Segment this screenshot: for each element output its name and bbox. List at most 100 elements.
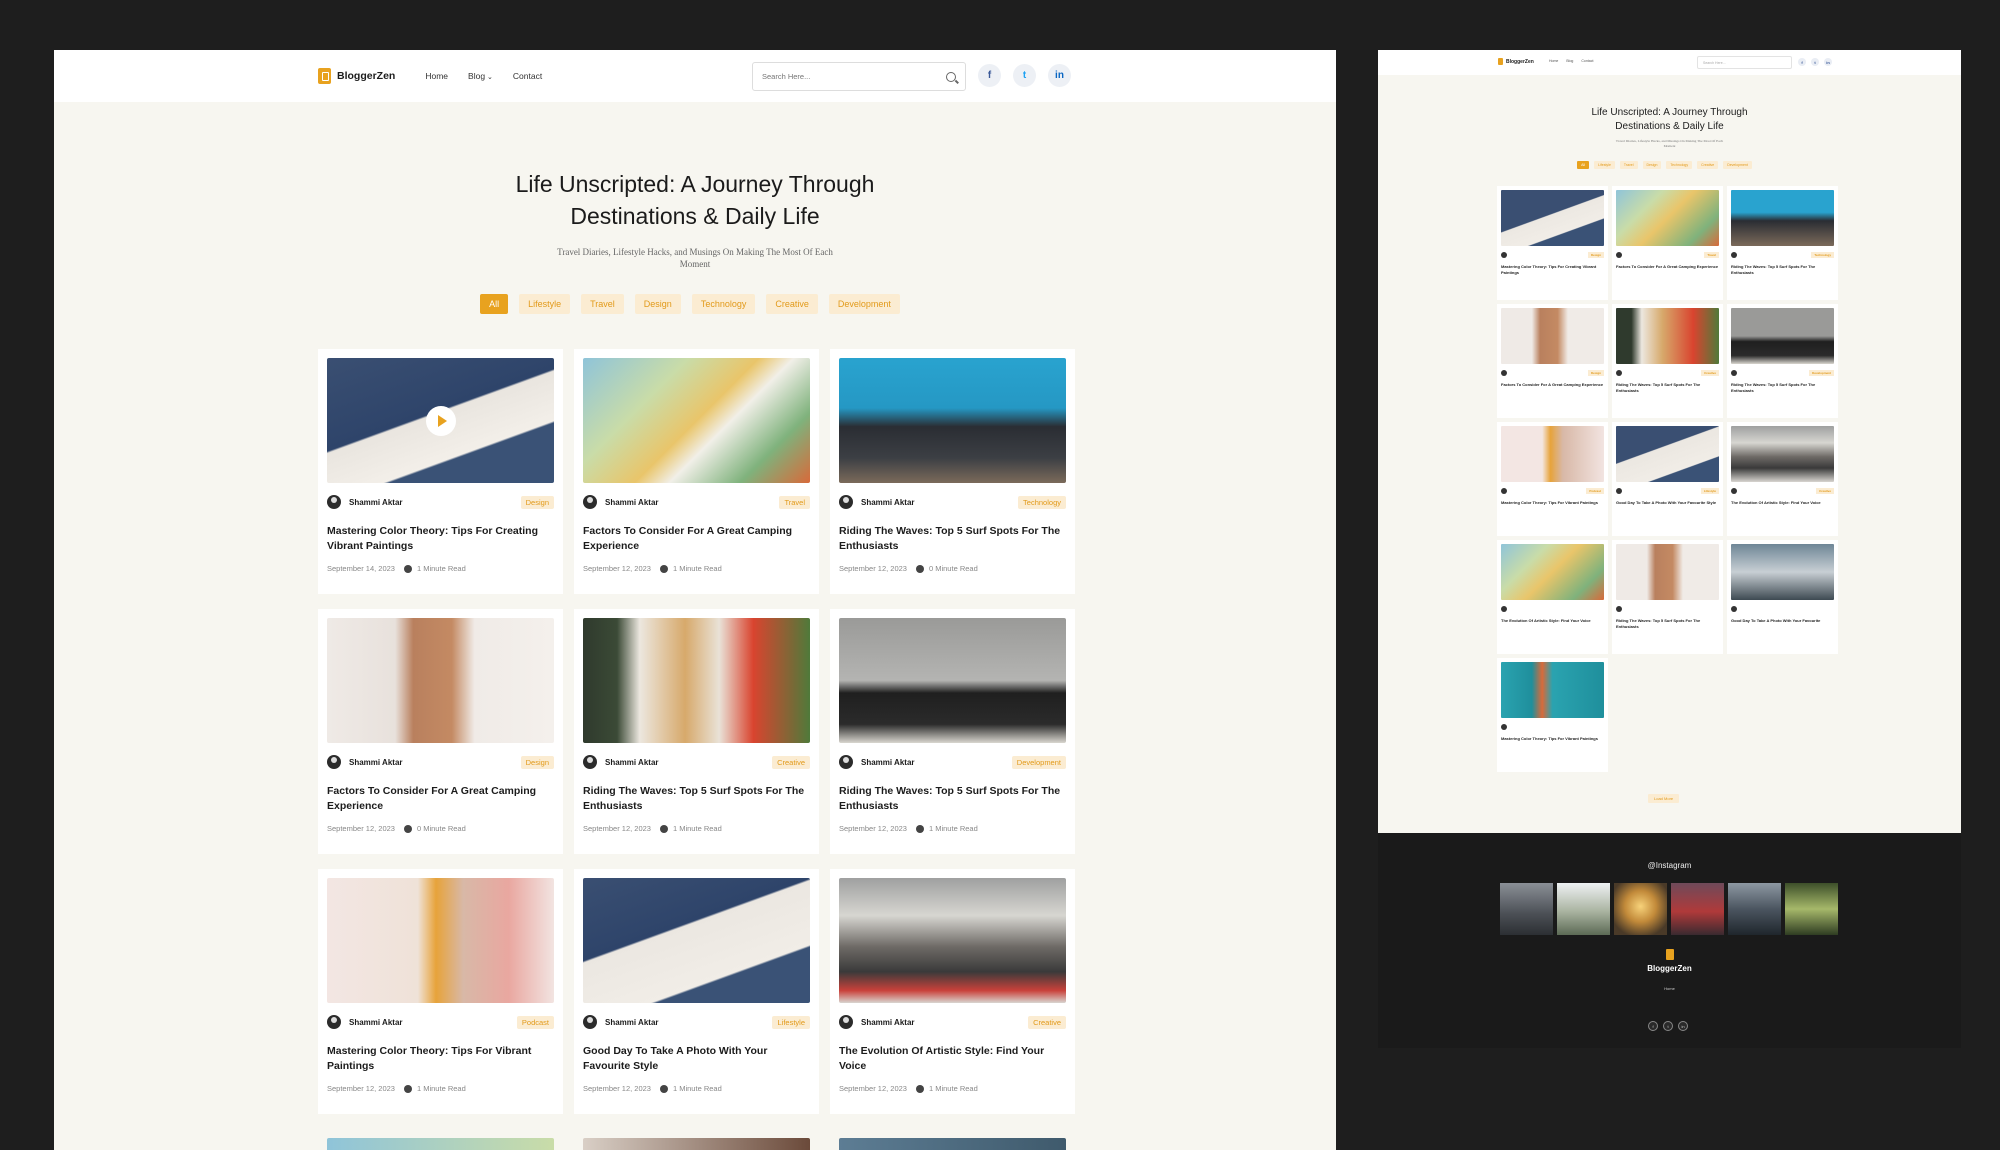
post-image[interactable] xyxy=(839,878,1066,1003)
category-badge: Lifestyle xyxy=(1700,488,1719,494)
filter-technology[interactable]: Technology xyxy=(691,294,756,314)
post-image[interactable] xyxy=(327,878,554,1003)
post-title[interactable]: The Evolution Of Artistic Style: Find Yo… xyxy=(839,1044,1066,1074)
chevron-down-icon: ⌄ xyxy=(487,74,493,81)
author-name[interactable]: Shammi Aktar xyxy=(349,498,403,507)
post-card[interactable]: Shammi Aktar Technology Riding The Waves:… xyxy=(830,349,1075,594)
category-filters: All Lifestyle Travel Design Technology C… xyxy=(54,294,1336,314)
post-title[interactable]: Riding The Waves: Top 5 Surf Spots For T… xyxy=(839,784,1066,814)
preview-card: Creative The Evolution Of Artistic Style:… xyxy=(1727,422,1838,536)
preview-card-title: The Evolution Of Artistic Style: Find Yo… xyxy=(1501,618,1591,623)
post-image[interactable] xyxy=(839,358,1066,483)
preview-filter: All xyxy=(1577,161,1590,169)
preview-image xyxy=(1731,544,1834,600)
category-badge[interactable]: Travel xyxy=(779,495,810,509)
post-card[interactable]: Shammi Aktar Creative Riding The Waves: T… xyxy=(574,609,819,854)
preview-image xyxy=(1616,544,1719,600)
post-image[interactable] xyxy=(327,358,554,483)
author-name[interactable]: Shammi Aktar xyxy=(861,498,915,507)
search-input[interactable] xyxy=(762,72,946,81)
post-image[interactable] xyxy=(583,878,810,1003)
instagram-thumb xyxy=(1728,883,1781,935)
post-image[interactable] xyxy=(583,358,810,483)
post-card[interactable]: Shammi Aktar Creative The Evolution Of Ar… xyxy=(830,869,1075,1114)
preview-grid: Design Mastering Color Theory: Tips For C… xyxy=(1497,186,1838,772)
post-image[interactable] xyxy=(327,618,554,743)
filter-lifestyle[interactable]: Lifestyle xyxy=(519,294,571,314)
category-badge: Creative xyxy=(1701,370,1719,376)
category-badge[interactable]: Design xyxy=(520,495,554,509)
post-title[interactable]: Factors To Consider For A Great Camping … xyxy=(583,524,810,554)
post-date: September 12, 2023 xyxy=(327,1084,395,1093)
footer-link-home: Home xyxy=(1664,986,1675,991)
preview-card: Mastering Color Theory: Tips For Vibrant… xyxy=(1497,658,1608,772)
avatar xyxy=(1616,606,1622,612)
preview-filter: Technology xyxy=(1666,161,1693,169)
footer-socials: f t in xyxy=(1648,1021,1688,1031)
author-name[interactable]: Shammi Aktar xyxy=(349,1018,403,1027)
preview-image xyxy=(1501,308,1604,364)
facebook-icon[interactable]: f xyxy=(978,64,1001,87)
category-badge[interactable]: Technology xyxy=(1018,495,1066,509)
page-subtitle: Travel Diaries, Lifestyle Hacks, and Mus… xyxy=(557,247,833,269)
filter-travel[interactable]: Travel xyxy=(581,294,624,314)
preview-card: Creative Riding The Waves: Top 5 Surf Spo… xyxy=(1612,304,1723,418)
category-badge[interactable]: Creative xyxy=(772,755,810,769)
preview-image xyxy=(1501,190,1604,246)
clock-icon xyxy=(915,824,924,833)
category-badge[interactable]: Lifestyle xyxy=(772,1015,810,1029)
preview-nav: Home Blog Contact xyxy=(1549,59,1593,63)
nav-contact[interactable]: Contact xyxy=(513,71,542,81)
preview-card: Design Factors To Consider For A Great Ca… xyxy=(1497,304,1608,418)
post-title[interactable]: Riding The Waves: Top 5 Surf Spots For T… xyxy=(583,784,810,814)
post-title[interactable]: Good Day To Take A Photo With Your Favou… xyxy=(583,1044,810,1074)
avatar xyxy=(1616,488,1622,494)
filter-creative[interactable]: Creative xyxy=(766,294,818,314)
post-title[interactable]: Mastering Color Theory: Tips For Creatin… xyxy=(327,524,554,554)
post-title[interactable]: Factors To Consider For A Great Camping … xyxy=(327,784,554,814)
author-name[interactable]: Shammi Aktar xyxy=(861,1018,915,1027)
footer-links: Home xyxy=(1378,986,1961,991)
play-icon[interactable] xyxy=(425,405,456,436)
post-card[interactable]: Shammi Aktar Development Riding The Waves… xyxy=(830,609,1075,854)
nav-blog[interactable]: Blog ⌄ xyxy=(468,71,493,81)
category-badge[interactable]: Development xyxy=(1011,755,1066,769)
search-icon[interactable] xyxy=(946,71,956,82)
post-image[interactable] xyxy=(583,618,810,743)
post-card-partial xyxy=(583,1138,810,1150)
author-name[interactable]: Shammi Aktar xyxy=(605,758,659,767)
preview-card-title: Mastering Color Theory: Tips For Vibrant… xyxy=(1501,736,1598,741)
avatar xyxy=(1731,252,1737,258)
post-card[interactable]: Shammi Aktar Design Factors To Consider F… xyxy=(318,609,563,854)
post-card[interactable]: Shammi Aktar Travel Factors To Consider F… xyxy=(574,349,819,594)
category-badge[interactable]: Podcast xyxy=(516,1015,554,1029)
read-time: 1 Minute Read xyxy=(672,824,722,833)
author-name[interactable]: Shammi Aktar xyxy=(349,758,403,767)
preview-card: Podcast Mastering Color Theory: Tips For … xyxy=(1497,422,1608,536)
author-name[interactable]: Shammi Aktar xyxy=(605,498,659,507)
filter-all[interactable]: All xyxy=(480,294,509,314)
post-date: September 12, 2023 xyxy=(583,824,651,833)
twitter-icon: t xyxy=(1663,1021,1673,1031)
post-card[interactable]: Shammi Aktar Design Mastering Color Theor… xyxy=(318,349,563,594)
preview-image xyxy=(1501,426,1604,482)
avatar xyxy=(1616,370,1622,376)
author-name[interactable]: Shammi Aktar xyxy=(605,1018,659,1027)
post-title[interactable]: Riding The Waves: Top 5 Surf Spots For T… xyxy=(839,524,1066,554)
read-time: 1 Minute Read xyxy=(672,564,722,573)
category-badge[interactable]: Creative xyxy=(1028,1015,1066,1029)
post-image[interactable] xyxy=(839,618,1066,743)
twitter-icon[interactable]: t xyxy=(1013,64,1036,87)
post-card[interactable]: Shammi Aktar Podcast Mastering Color Theo… xyxy=(318,869,563,1114)
brand-logo[interactable]: BloggerZen xyxy=(318,68,395,84)
author-name[interactable]: Shammi Aktar xyxy=(861,758,915,767)
filter-development[interactable]: Development xyxy=(828,294,900,314)
post-title[interactable]: Mastering Color Theory: Tips For Vibrant… xyxy=(327,1044,554,1074)
post-card[interactable]: Shammi Aktar Lifestyle Good Day To Take A… xyxy=(574,869,819,1114)
post-date: September 12, 2023 xyxy=(839,824,907,833)
preview-card-title: Riding The Waves: Top 5 Surf Spots For T… xyxy=(1731,382,1816,393)
category-badge[interactable]: Design xyxy=(520,755,554,769)
filter-design[interactable]: Design xyxy=(634,294,681,314)
nav-home[interactable]: Home xyxy=(425,71,448,81)
linkedin-icon[interactable]: in xyxy=(1048,64,1071,87)
